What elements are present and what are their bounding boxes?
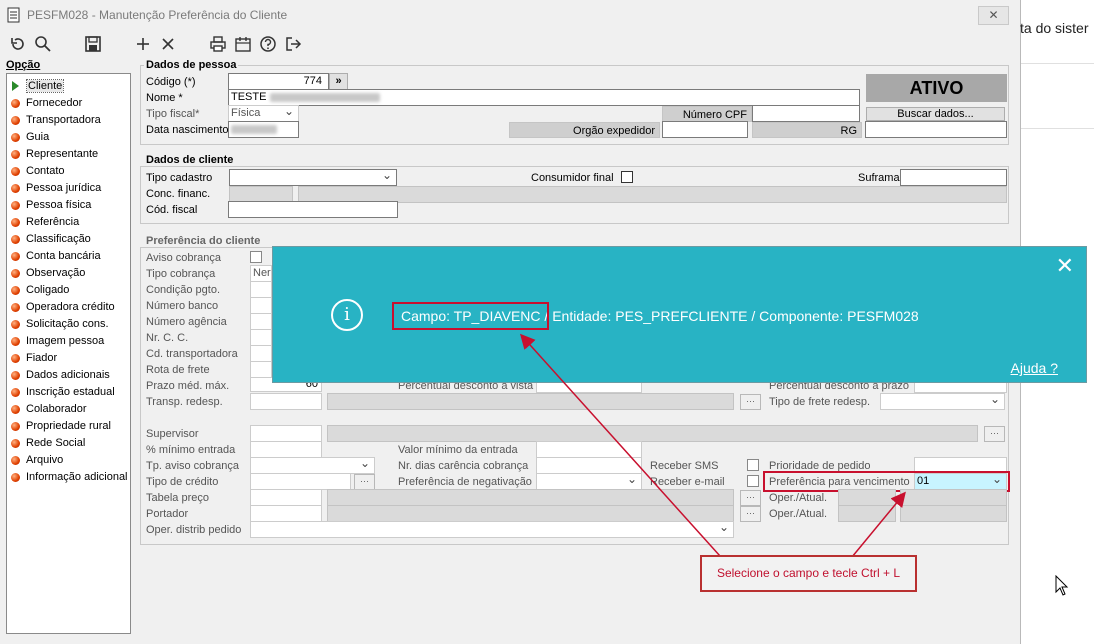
arrow-to-field-name	[519, 333, 721, 557]
mouse-cursor-icon	[1055, 575, 1069, 596]
annotation-arrows	[519, 333, 906, 558]
arrow-to-pref-vencimento	[851, 491, 906, 558]
instruction-callout: Selecione o campo e tecle Ctrl + L	[700, 555, 917, 592]
